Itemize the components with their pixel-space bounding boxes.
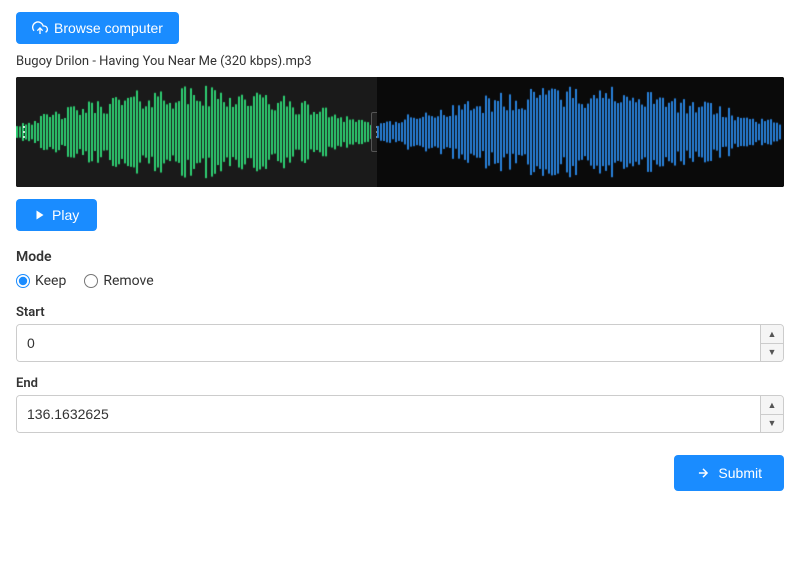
start-spin-buttons: ▲ ▼: [760, 325, 783, 361]
submit-row: Submit: [16, 447, 784, 491]
play-label: Play: [52, 207, 79, 223]
start-field-group: Start ▲ ▼: [16, 305, 784, 362]
play-button[interactable]: Play: [16, 199, 97, 231]
start-spin-up[interactable]: ▲: [761, 325, 783, 343]
waveform-green-canvas: [16, 77, 377, 187]
submit-label: Submit: [718, 465, 762, 481]
end-spin-buttons: ▲ ▼: [760, 396, 783, 432]
mode-radio-group: Keep Remove: [16, 273, 784, 289]
mode-remove-label[interactable]: Remove: [103, 273, 153, 289]
start-input[interactable]: [17, 325, 760, 361]
waveform-container: [16, 77, 784, 187]
waveform-blue-canvas: [377, 77, 784, 187]
file-name: Bugoy Drilon - Having You Near Me (320 k…: [16, 54, 784, 69]
play-icon: [34, 209, 46, 221]
end-spin-down[interactable]: ▼: [761, 414, 783, 432]
mode-label: Mode: [16, 249, 784, 265]
end-field-group: End ▲ ▼: [16, 376, 784, 433]
end-input-wrapper: ▲ ▼: [16, 395, 784, 433]
end-spin-up[interactable]: ▲: [761, 396, 783, 414]
browse-computer-label: Browse computer: [54, 20, 163, 36]
waveform-unselected: [377, 77, 784, 187]
submit-button[interactable]: Submit: [674, 455, 784, 491]
browse-computer-button[interactable]: Browse computer: [16, 12, 179, 44]
start-label: Start: [16, 305, 784, 320]
start-spin-down[interactable]: ▼: [761, 343, 783, 361]
start-input-wrapper: ▲ ▼: [16, 324, 784, 362]
upload-icon: [32, 20, 48, 36]
mode-keep-item[interactable]: Keep: [16, 273, 66, 289]
mode-keep-label[interactable]: Keep: [35, 273, 66, 289]
arrow-right-icon: [696, 466, 710, 480]
drag-handle-left[interactable]: [20, 112, 28, 152]
mode-keep-radio[interactable]: [16, 274, 30, 288]
mode-remove-item[interactable]: Remove: [84, 273, 153, 289]
end-label: End: [16, 376, 784, 391]
waveform-selected: [16, 77, 377, 187]
mode-remove-radio[interactable]: [84, 274, 98, 288]
end-input[interactable]: [17, 396, 760, 432]
drag-handle-right[interactable]: [371, 112, 377, 152]
